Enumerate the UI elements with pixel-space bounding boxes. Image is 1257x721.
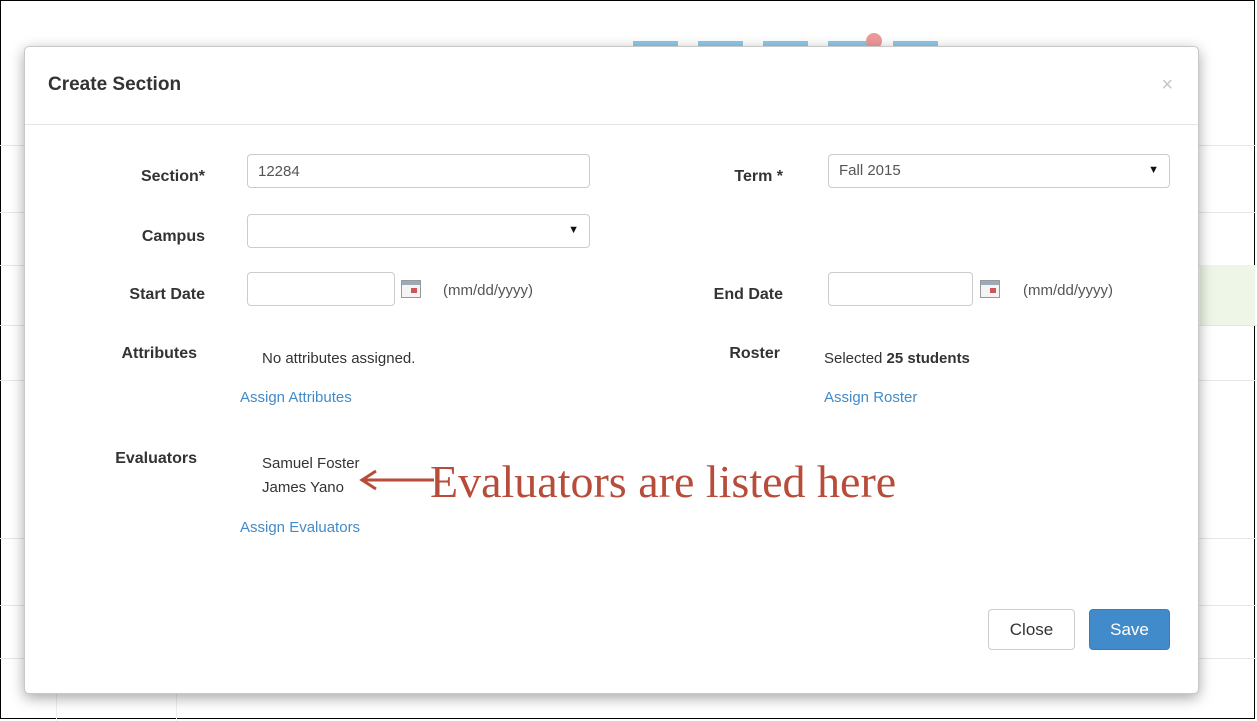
roster-summary: Selected 25 students [824,350,970,367]
roster-count: 25 students [886,350,970,367]
term-label: Term * [734,168,783,185]
attributes-status-text: No attributes assigned. [262,350,416,367]
roster-label: Roster [729,345,780,362]
term-select[interactable]: Fall 2015 ▼ [828,154,1170,188]
campus-select[interactable]: ▼ [247,214,590,248]
evaluator-name: Samuel Foster [262,455,360,472]
calendar-icon[interactable] [401,280,421,298]
annotation-arrow-icon [359,469,434,491]
close-button[interactable]: Close [988,609,1075,650]
campus-label: Campus [141,228,205,245]
modal-title: Create Section [48,74,182,95]
section-label: Section* [140,168,205,185]
attributes-label: Attributes [121,345,197,362]
background-highlight [1200,265,1255,325]
roster-prefix: Selected [824,350,887,367]
chevron-down-icon: ▼ [568,224,579,236]
end-date-label: End Date [713,286,783,303]
term-selected-value: Fall 2015 [839,162,901,179]
save-button[interactable]: Save [1089,609,1170,650]
end-date-input[interactable] [828,272,973,306]
assign-attributes-link[interactable]: Assign Attributes [240,389,352,406]
modal-header: Create Section × [25,47,1198,125]
evaluator-name: James Yano [262,479,344,496]
create-section-modal: Create Section × Section* Term * Fall 20… [24,46,1199,694]
end-date-format-hint: (mm/dd/yyyy) [1023,282,1113,299]
section-input[interactable] [247,154,590,188]
assign-roster-link[interactable]: Assign Roster [824,389,917,406]
assign-evaluators-link[interactable]: Assign Evaluators [240,519,360,536]
start-date-format-hint: (mm/dd/yyyy) [443,282,533,299]
start-date-label: Start Date [129,286,205,303]
start-date-input[interactable] [247,272,395,306]
annotation-text: Evaluators are listed here [430,456,897,507]
close-icon[interactable]: × [1161,75,1173,95]
calendar-icon[interactable] [980,280,1000,298]
evaluators-label: Evaluators [115,450,197,467]
chevron-down-icon: ▼ [1148,164,1159,176]
